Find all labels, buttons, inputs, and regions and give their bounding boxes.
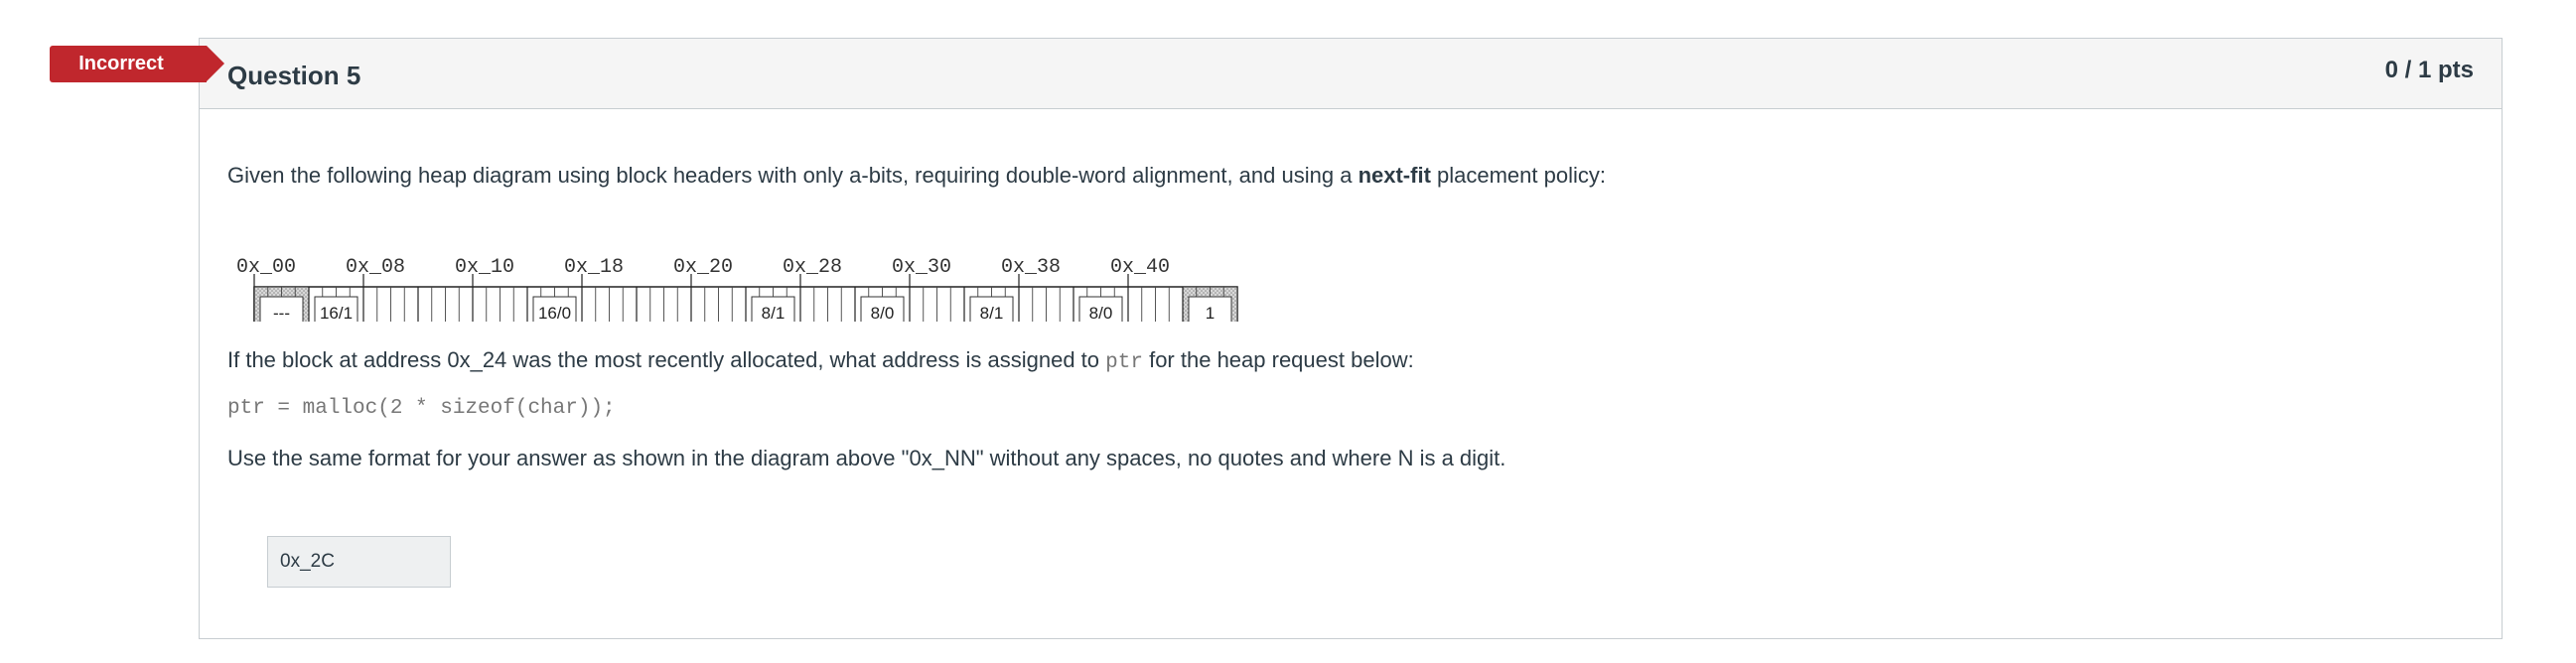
intro-text-start: Given the following heap diagram using b… — [227, 163, 1359, 188]
heap-diagram: 0x_00 0x_08 0x_10 0x_18 0x_20 0x_28 0x_30 0x_38… — [236, 256, 1238, 322]
heap-header-label: 8/1 — [762, 304, 786, 322]
incorrect-badge: Incorrect — [50, 46, 224, 82]
heap-address-label: 0x_00 — [236, 256, 296, 279]
prompt-text-end: for the heap request below: — [1142, 347, 1414, 372]
heap-address-label: 0x_28 — [783, 256, 842, 279]
heap-address-label: 0x_30 — [892, 256, 951, 279]
incorrect-badge-label: Incorrect — [78, 53, 164, 74]
heap-address-label: 0x_40 — [1110, 256, 1170, 279]
heap-address-label: 0x_38 — [1001, 256, 1061, 279]
heap-address-label: 0x_08 — [346, 256, 405, 279]
intro-text-end: placement policy: — [1430, 163, 1606, 188]
heap-header-label: --- — [273, 304, 290, 322]
prompt-code: ptr — [1105, 351, 1143, 374]
prompt-text-start: If the block at address 0x_24 was the mo… — [227, 347, 1106, 372]
format-note: Use the same format for your answer as s… — [227, 446, 1506, 470]
intro-text-bold: next-fit — [1358, 163, 1431, 188]
question-header: Question 5 0 / 1 pts — [200, 39, 2502, 109]
heap-header-label: 8/1 — [980, 304, 1004, 322]
heap-header-label: 8/0 — [871, 304, 895, 322]
answer-value: 0x_2C — [280, 551, 335, 572]
question-intro: Given the following heap diagram using b… — [227, 163, 1606, 189]
heap-address-label: 0x_20 — [673, 256, 733, 279]
heap-address-label: 0x_10 — [455, 256, 514, 279]
question-points: 0 / 1 pts — [2384, 57, 2474, 83]
heap-header-label: 8/0 — [1089, 304, 1113, 322]
heap-header-label: 16/1 — [320, 304, 353, 322]
question-card: Question 5 0 / 1 pts Given the following… — [199, 38, 2503, 639]
answer-field[interactable]: 0x_2C — [267, 536, 451, 588]
question-title: Question 5 — [227, 61, 361, 90]
heap-header-label: 16/0 — [538, 304, 571, 322]
heap-header-label: 1 — [1206, 304, 1215, 322]
code-line: ptr = malloc(2 * sizeof(char)); — [227, 397, 616, 420]
question-prompt: If the block at address 0x_24 was the mo… — [227, 347, 1414, 374]
heap-address-label: 0x_18 — [564, 256, 624, 279]
